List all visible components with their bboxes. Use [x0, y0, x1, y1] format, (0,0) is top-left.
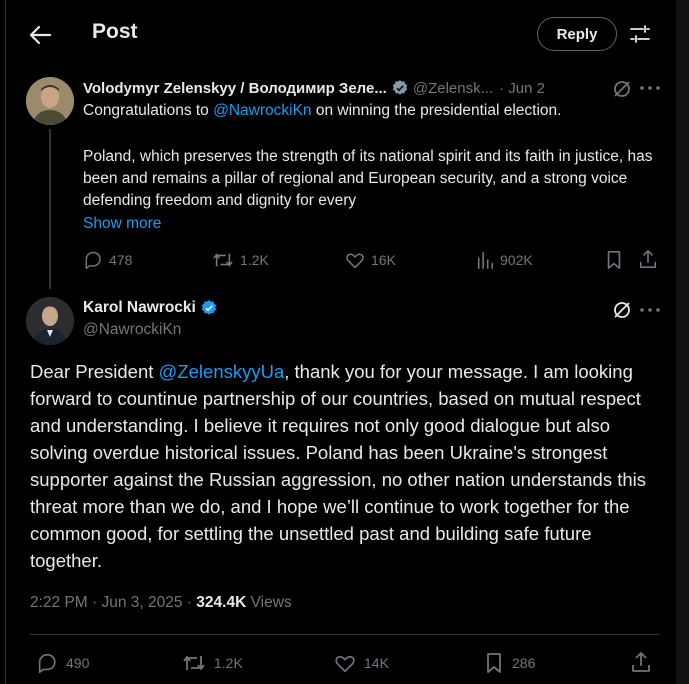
text-prefix: Dear President: [30, 361, 159, 382]
reply-button[interactable]: Reply: [537, 17, 617, 51]
post-meta: 2:22 PM · Jun 3, 2025 · 324.4K Views: [30, 594, 292, 612]
text-suffix: on winning the presidential election.: [311, 102, 562, 119]
author-name[interactable]: Karol Nawrocki: [83, 299, 196, 317]
verified-icon: [392, 80, 408, 95]
views-icon: [477, 251, 494, 269]
bookmark-action[interactable]: 286: [484, 652, 535, 674]
header: Post Reply: [6, 0, 676, 70]
main-tweet-text: Dear President @ZelenskyyUa, thank you f…: [30, 358, 660, 574]
repost-count: 1.2K: [214, 655, 243, 671]
reply-icon: [38, 653, 56, 673]
post-date[interactable]: · Jun 2: [499, 80, 545, 97]
bookmark-count: 286: [512, 655, 536, 671]
views-label: Views: [246, 594, 292, 611]
repost-count: 1.2K: [240, 252, 269, 268]
bookmark-icon[interactable]: [605, 250, 623, 270]
back-arrow-icon[interactable]: [28, 24, 52, 46]
verified-icon: [201, 300, 217, 315]
thread-line: [49, 129, 51, 289]
author-name[interactable]: Volodymyr Zelenskyy / Володимир Зеле...: [83, 80, 387, 97]
reply-action[interactable]: 490: [36, 652, 89, 674]
show-more-link[interactable]: Show more: [83, 213, 653, 235]
page-title: Post: [92, 20, 138, 43]
like-action[interactable]: 16K: [345, 250, 396, 270]
parent-tweet-paragraph: Poland, which preserves the strength of …: [83, 148, 653, 209]
like-count: 16K: [371, 252, 396, 268]
filter-icon[interactable]: [628, 23, 652, 45]
grok-icon[interactable]: [612, 79, 632, 99]
parent-author-line: Volodymyr Zelenskyy / Володимир Зеле... …: [83, 79, 545, 97]
bookmark-icon: [487, 653, 501, 673]
avatar[interactable]: [26, 297, 74, 345]
repost-action[interactable]: 1.2K: [212, 250, 269, 270]
grok-icon[interactable]: [612, 300, 632, 320]
main-author-line: Karol Nawrocki: [83, 299, 222, 317]
repost-icon: [183, 656, 205, 670]
text-prefix: Congratulations to: [83, 102, 214, 119]
author-handle[interactable]: @NawrockiKn: [83, 321, 181, 339]
like-count: 14K: [364, 655, 389, 671]
like-icon: [335, 655, 355, 673]
reply-icon: [85, 251, 101, 270]
views-count: 902K: [500, 252, 533, 268]
reply-count: 490: [66, 655, 90, 671]
share-icon[interactable]: [638, 249, 658, 269]
repost-icon: [213, 253, 233, 267]
avatar[interactable]: [26, 77, 74, 125]
share-icon[interactable]: [630, 651, 652, 673]
reply-action[interactable]: 478: [83, 250, 132, 270]
like-icon: [346, 253, 364, 269]
divider: [30, 634, 660, 635]
parent-tweet-first-line: Congratulations to @NawrockiKn on winnin…: [83, 100, 653, 122]
more-icon[interactable]: [639, 307, 661, 313]
timestamp[interactable]: 2:22 PM · Jun 3, 2025 ·: [30, 594, 196, 611]
post-column: Post Reply Volodymyr Zelenskyy / Володим…: [5, 0, 677, 684]
reply-count: 478: [109, 252, 133, 268]
more-icon[interactable]: [639, 85, 661, 91]
like-action[interactable]: 14K: [334, 652, 389, 674]
app-window: Post Reply Volodymyr Zelenskyy / Володим…: [0, 0, 689, 684]
mention-link[interactable]: @NawrockiKn: [213, 102, 311, 119]
text-body: , thank you for your message. I am looki…: [30, 361, 647, 571]
views-count: 324.4K: [196, 594, 247, 611]
repost-action[interactable]: 1.2K: [182, 652, 243, 674]
mention-link[interactable]: @ZelenskyyUa: [159, 361, 285, 382]
views-action[interactable]: 902K: [476, 250, 533, 270]
author-handle[interactable]: @Zelensk...: [413, 80, 493, 97]
scrollbar[interactable]: [676, 0, 689, 684]
